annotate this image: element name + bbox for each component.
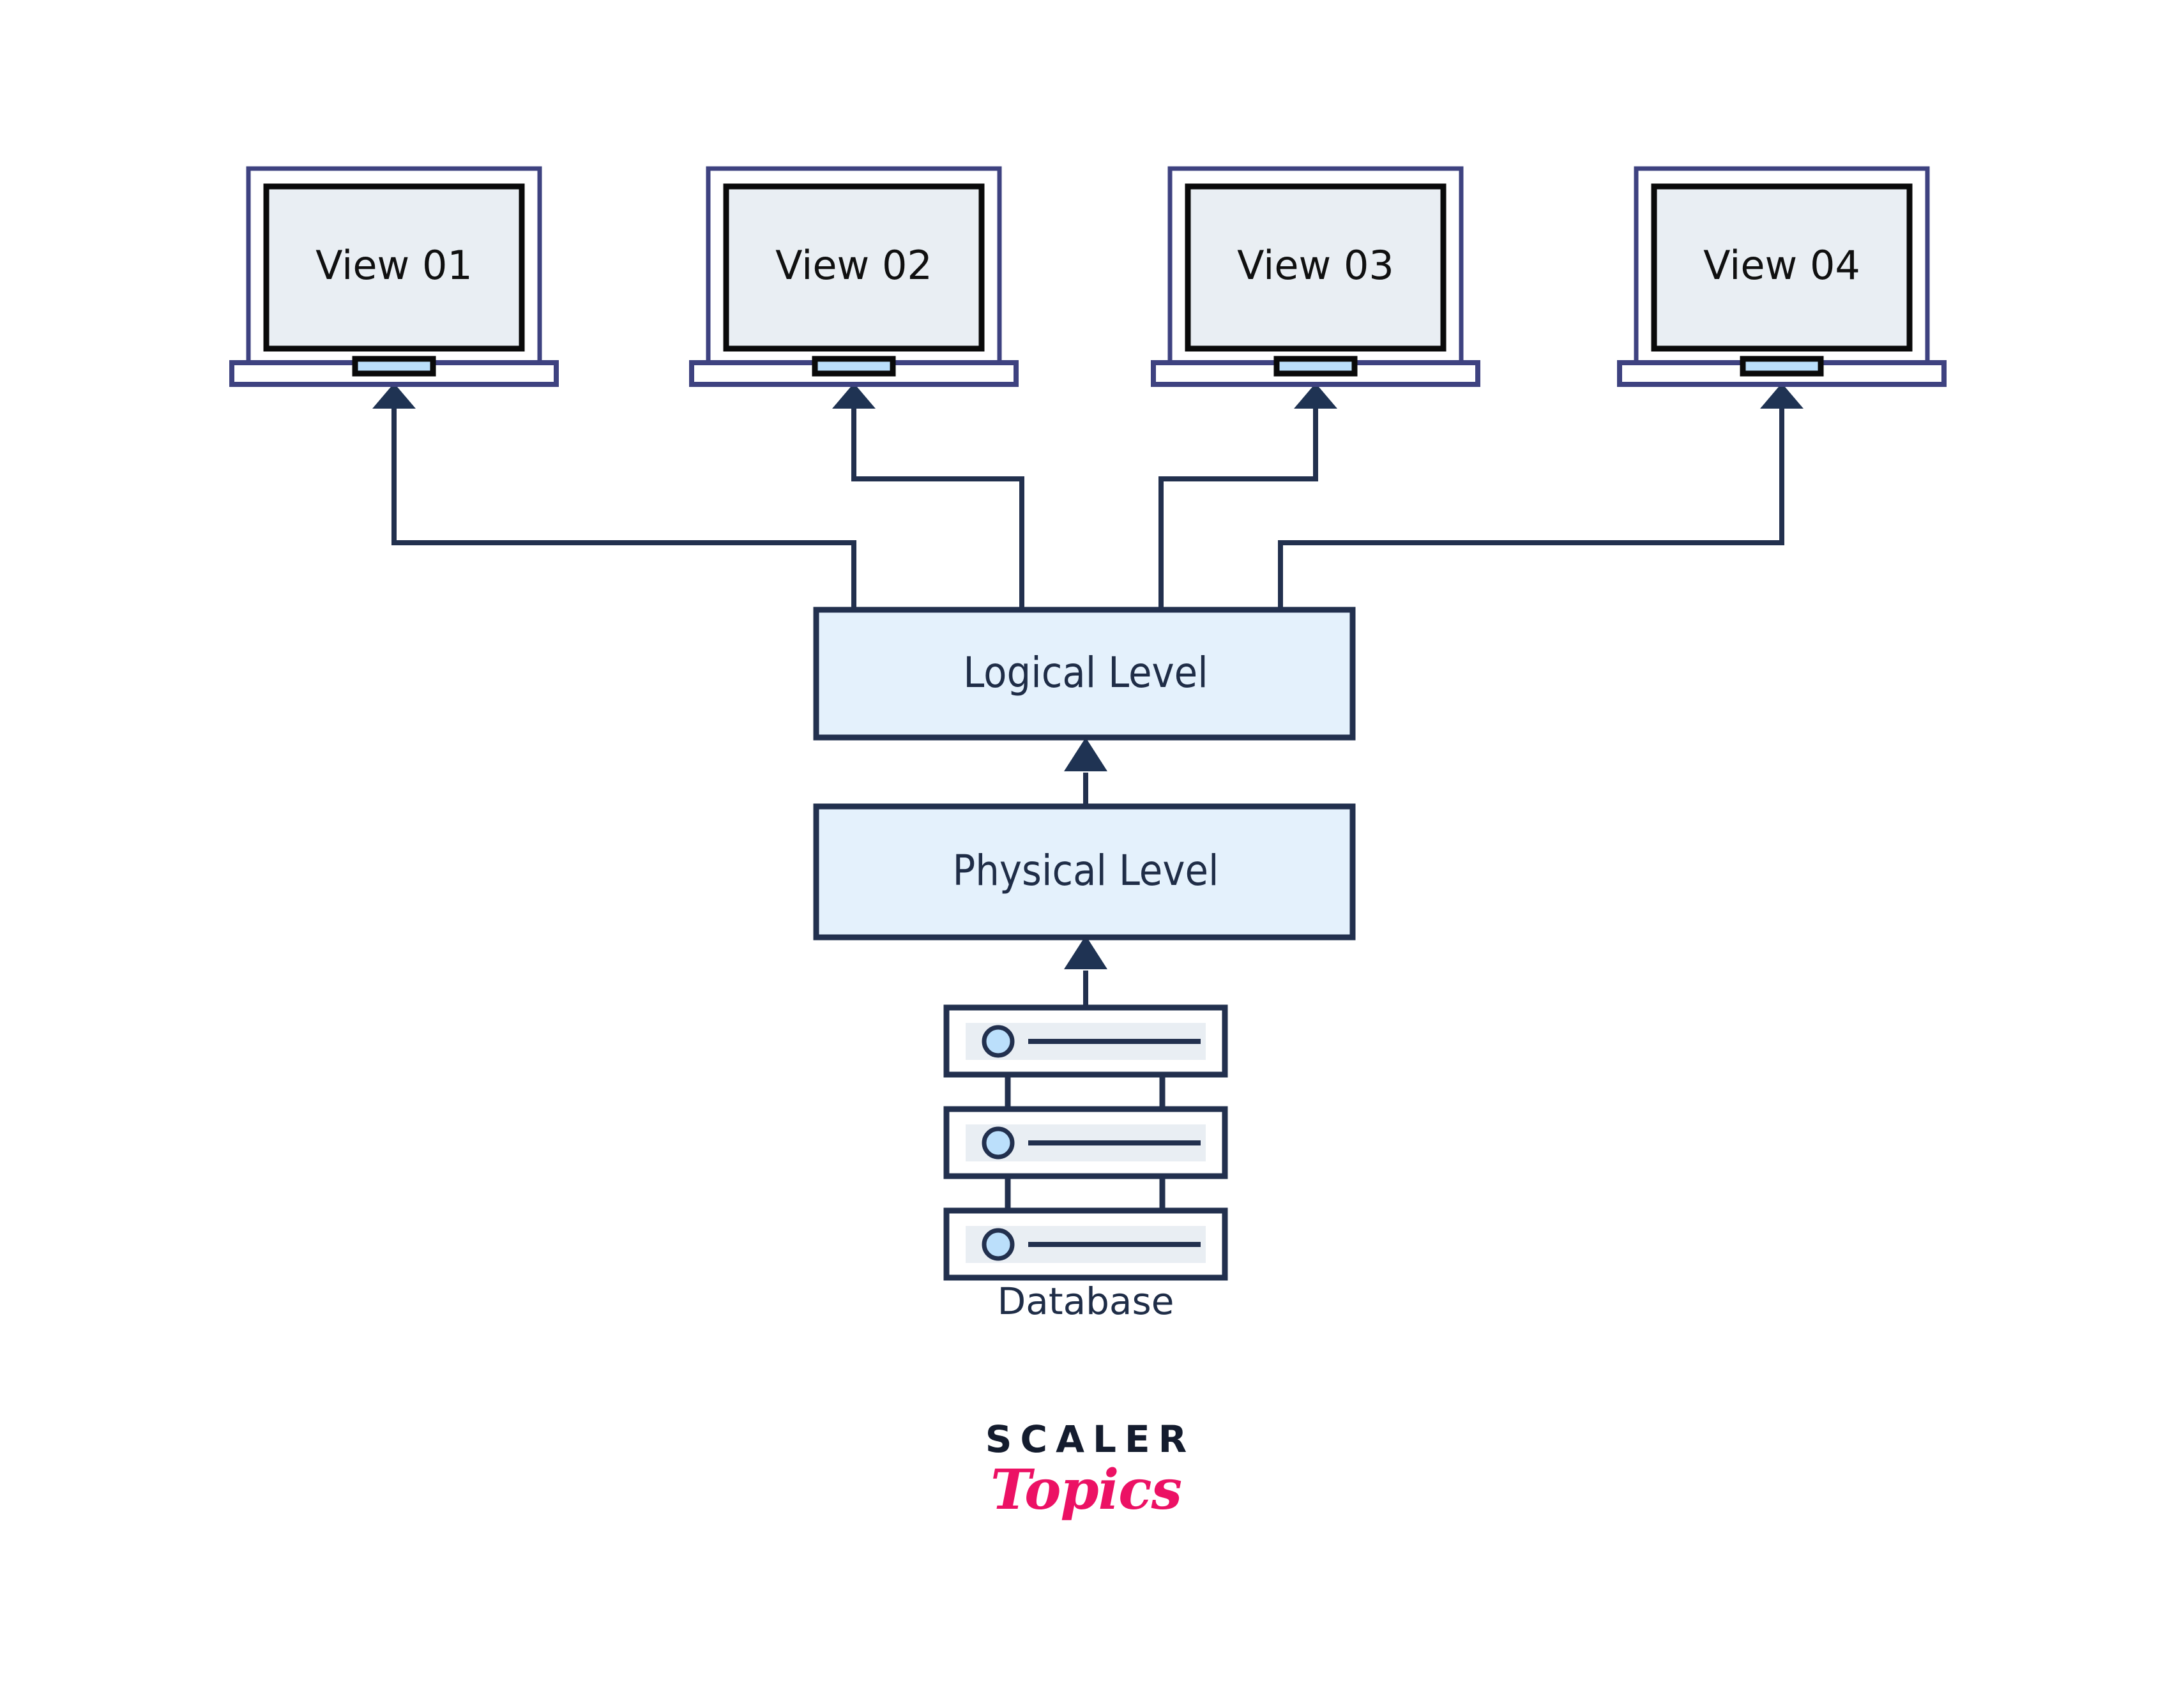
connector-logical-to-view-02 <box>851 406 1024 610</box>
database-label: Database <box>998 1280 1174 1323</box>
db-unit-3-led-icon <box>982 1228 1015 1261</box>
physical-level-label: Physical Level <box>952 846 1219 895</box>
arrow-head-logical <box>1064 737 1107 771</box>
scaler-topics-logo: SCALER Topics <box>0 1421 2172 1519</box>
view-03-label: View 03 <box>1237 242 1394 289</box>
logo-wordmark-scaler: SCALER <box>985 1417 1196 1461</box>
view-01-laptop[interactable]: View 01 <box>229 166 559 387</box>
connector-logical-to-view-03 <box>1158 406 1318 610</box>
view-02-laptop[interactable]: View 02 <box>689 166 1019 387</box>
db-unit-2-led-icon <box>982 1126 1015 1160</box>
view-01-label: View 01 <box>315 242 473 289</box>
connector-logical-to-view-04 <box>1278 406 1784 610</box>
db-server-unit-3 <box>943 1207 1228 1281</box>
diagram-canvas: View 01 View 02 View 03 View 04 Logical … <box>0 0 2172 1708</box>
view-03-laptop[interactable]: View 03 <box>1151 166 1480 387</box>
database-node[interactable]: Database <box>943 1004 1228 1323</box>
logo-wordmark-topics: Topics <box>990 1458 1182 1522</box>
db-server-unit-2 <box>943 1106 1228 1179</box>
view-02-label: View 02 <box>775 242 932 289</box>
view-04-laptop[interactable]: View 04 <box>1617 166 1947 387</box>
logical-level-node[interactable]: Logical Level <box>813 607 1356 741</box>
arrow-head-physical <box>1064 935 1107 969</box>
view-02-trackpad <box>812 356 896 377</box>
view-01-trackpad <box>352 356 436 377</box>
db-unit-1-led-icon <box>982 1025 1015 1058</box>
view-03-trackpad <box>1273 356 1358 377</box>
db-server-unit-1 <box>943 1004 1228 1078</box>
view-04-trackpad <box>1740 356 1824 377</box>
connector-logical-to-view-01 <box>391 406 856 610</box>
physical-level-node[interactable]: Physical Level <box>813 803 1356 941</box>
logical-level-label: Logical Level <box>963 648 1208 697</box>
view-04-label: View 04 <box>1703 242 1860 289</box>
